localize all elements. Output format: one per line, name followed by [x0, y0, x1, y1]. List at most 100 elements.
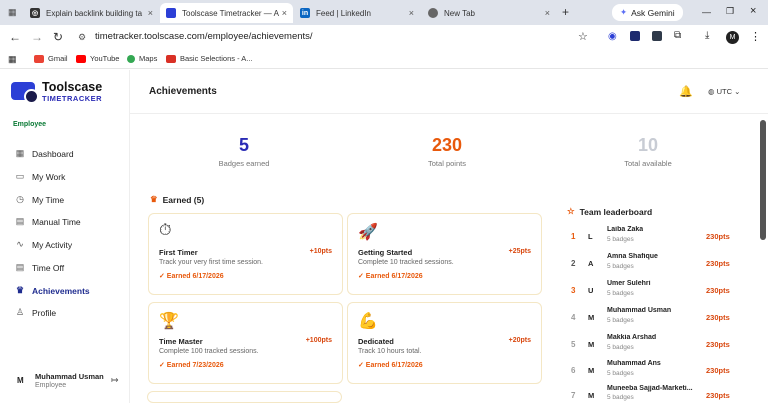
bookmark-gmail[interactable]: Gmail	[34, 54, 68, 63]
stat-points-value: 230	[431, 135, 463, 155]
star-icon: ☆	[567, 206, 575, 216]
stat-available-value: 10	[637, 135, 659, 155]
logout-icon[interactable]: ↦	[111, 375, 119, 386]
scrollbar[interactable]	[760, 120, 766, 240]
member-points: 230pts	[706, 366, 730, 375]
achievement-card: 🏆 Time Master +100pts Complete 100 track…	[148, 302, 343, 384]
achievement-card-partial	[147, 391, 342, 403]
close-icon[interactable]: ×	[282, 8, 287, 18]
menu-icon[interactable]: ⋮	[750, 30, 761, 43]
member-name: Muneeba Sajjad-Marketi...	[607, 385, 693, 392]
member-points: 230pts	[706, 340, 730, 349]
toolscase-logo	[11, 82, 39, 104]
clock-icon: ◷	[16, 194, 24, 204]
user-name: Muhammad Usman	[35, 372, 104, 381]
apps-icon[interactable]: ▦	[8, 54, 17, 65]
chevron-down-icon: ⌄	[732, 87, 741, 96]
member-badges: 5 badges	[607, 344, 634, 351]
leaderboard-row: 1 L Laiba Zaka 5 badges 230pts	[567, 226, 737, 253]
close-icon[interactable]: ×	[148, 8, 153, 18]
reload-icon[interactable]: ↻	[53, 30, 63, 44]
member-badges: 5 badges	[607, 263, 634, 270]
extension-icon[interactable]: ◉	[608, 31, 617, 42]
gemini-label: Ask Gemini	[631, 7, 675, 18]
avatar: L	[588, 232, 593, 241]
avatar: M	[588, 340, 595, 349]
leaderboard-row: 6 M Muhammad Ans 5 badges 230pts	[567, 360, 737, 387]
extensions-puzzle-icon[interactable]: ⧉	[674, 30, 681, 41]
bookmark-basic-selections[interactable]: Basic Selections - A...	[166, 54, 253, 63]
address-bar[interactable]: timetracker.toolscase.com/employee/achie…	[95, 31, 313, 42]
rank: 3	[571, 286, 576, 295]
member-name: Laiba Zaka	[607, 226, 644, 233]
leaderboard-heading: ☆ Team leaderboard	[567, 206, 653, 217]
tab-linkedin[interactable]: in Feed | LinkedIn ×	[294, 3, 420, 23]
trophy-icon: ♛	[15, 285, 25, 295]
close-icon[interactable]: ×	[409, 8, 414, 18]
achievement-card: ⏱ First Timer +10pts Track your very fir…	[148, 213, 343, 295]
tab-explain-backlink[interactable]: ◎ Explain backlink building ta ×	[24, 3, 159, 23]
minimize-icon[interactable]: —	[702, 7, 711, 17]
forward-icon[interactable]: →	[31, 30, 43, 44]
leaderboard-row: 3 U Umer Sulehri 5 badges 230pts	[567, 280, 737, 307]
member-points: 230pts	[706, 313, 730, 322]
achievement-title: First Timer	[159, 248, 198, 257]
member-badges: 5 badges	[607, 394, 634, 401]
achievement-points: +100pts	[305, 337, 332, 344]
sidebar-item-my-activity[interactable]: ∿ My Activity	[14, 239, 72, 250]
sidebar-item-profile[interactable]: ♙ Profile	[14, 307, 56, 318]
profile-avatar[interactable]: M	[726, 31, 739, 44]
stat-points-label: Total points	[428, 159, 466, 168]
member-points: 230pts	[706, 259, 730, 268]
achievement-earned-date: ✓ Earned 6/17/2026	[358, 273, 423, 280]
bookmark-youtube[interactable]: YouTube	[76, 54, 119, 63]
rank: 1	[571, 232, 576, 241]
sidebar-item-my-time[interactable]: ◷ My Time	[14, 194, 64, 205]
member-points: 230pts	[706, 232, 730, 241]
leaderboard-row: 7 M Muneeba Sajjad-Marketi... 5 badges 2…	[567, 385, 737, 412]
achievement-points: +20pts	[508, 337, 531, 344]
close-window-icon[interactable]: ×	[750, 5, 756, 17]
ask-gemini-button[interactable]: ✦ Ask Gemini	[612, 4, 683, 21]
user-icon: ♙	[15, 307, 25, 317]
site-info-icon[interactable]: ⚙	[78, 32, 86, 43]
stat-available-label: Total available	[624, 159, 672, 168]
stat-badges-label: Badges earned	[218, 159, 270, 168]
tab-toolscase[interactable]: Toolscase Timetracker — A ×	[160, 3, 293, 23]
extension-icon[interactable]	[630, 31, 640, 41]
stat-badges-value: 5	[238, 135, 249, 155]
sidebar-item-my-work[interactable]: ▭ My Work	[14, 171, 66, 182]
extension-icon[interactable]	[652, 31, 662, 41]
leaderboard-row: 4 M Muhammad Usman 5 badges 230pts	[567, 307, 737, 334]
tab-label: New Tab	[444, 8, 475, 18]
leaderboard-row: 5 M Makkia Arshad 5 badges 230pts	[567, 334, 737, 361]
browser-tab-bar: ▦ ◎ Explain backlink building ta × Tools…	[0, 0, 768, 25]
timezone-selector[interactable]: ◍ UTC ⌄	[708, 87, 740, 96]
bookmark-star-icon[interactable]: ☆	[578, 30, 588, 43]
globe-icon: ◍	[708, 87, 717, 96]
member-points: 230pts	[706, 286, 730, 295]
sidebar-item-dashboard[interactable]: ▦ Dashboard	[14, 148, 74, 159]
tab-new-tab[interactable]: New Tab ×	[422, 3, 556, 23]
tab-search-icon[interactable]: ▦	[8, 7, 17, 18]
rank: 5	[571, 340, 576, 349]
close-icon[interactable]: ×	[545, 8, 550, 18]
bookmark-maps[interactable]: Maps	[127, 54, 157, 63]
linkedin-icon: in	[300, 8, 310, 18]
back-icon[interactable]: ←	[9, 30, 21, 44]
youtube-icon	[76, 54, 86, 63]
avatar: A	[588, 259, 594, 268]
maximize-icon[interactable]: ❐	[726, 6, 734, 17]
download-icon[interactable]: ⤓	[705, 30, 709, 41]
trophy-icon: 🏆	[159, 313, 179, 330]
sidebar-item-time-off[interactable]: ▤ Time Off	[14, 262, 64, 273]
sidebar: Toolscase TIMETRACKER Employee ▦ Dashboar…	[0, 70, 130, 403]
new-tab-button[interactable]: +	[562, 5, 569, 19]
chatgpt-icon: ◎	[30, 8, 40, 18]
rank: 6	[571, 366, 576, 375]
sidebar-item-manual-time[interactable]: ▤ Manual Time	[14, 216, 81, 227]
folder-icon: ▭	[15, 171, 25, 181]
sidebar-item-achievements[interactable]: ♛ Achievements	[14, 285, 90, 296]
member-name: Muhammad Ans	[607, 360, 661, 367]
bell-icon[interactable]: 🔔	[679, 85, 693, 98]
